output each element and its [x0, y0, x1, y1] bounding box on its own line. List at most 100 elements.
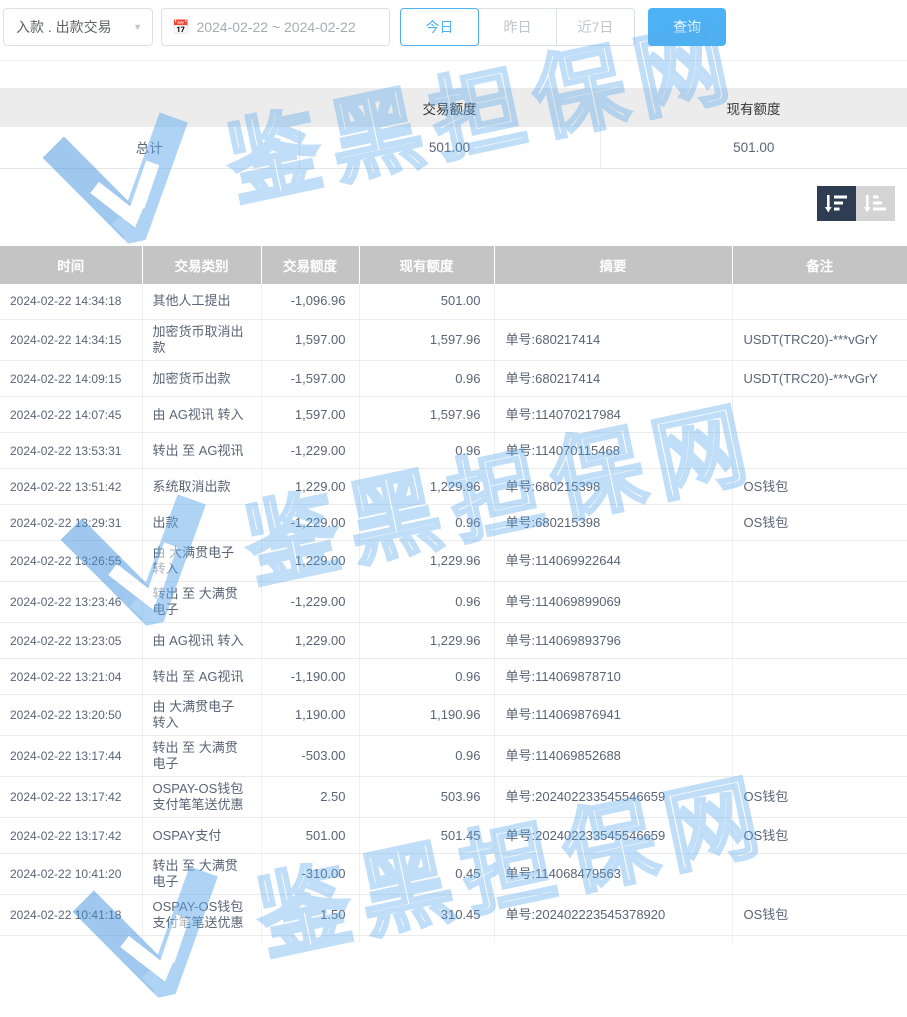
- table-cell: 0.96: [359, 659, 494, 695]
- table-cell: 501.00: [261, 818, 359, 854]
- table-cell: 2024-02-22 13:51:42: [0, 469, 142, 505]
- table-cell: OSPAY-OS钱包支付笔笔送优惠: [142, 895, 261, 936]
- table-cell: 2024-02-22 13:26:55: [0, 541, 142, 582]
- table-cell: [359, 936, 494, 942]
- table-row: 2024-02-22 14:07:45由 AG视讯 转入1,597.001,59…: [0, 397, 907, 433]
- table-cell: 单号:114068479563: [494, 854, 732, 895]
- table-cell: 1,229.96: [359, 469, 494, 505]
- table-row: 2024-02-22 13:26:55由 大满贯电子 转入1,229.001,2…: [0, 541, 907, 582]
- table-body: 2024-02-22 14:34:18其他人工提出-1,096.96501.00…: [0, 284, 907, 942]
- table-row: 2024-02-22 13:51:42系统取消出款1,229.001,229.9…: [0, 469, 907, 505]
- date-range-value: 2024-02-22 ~ 2024-02-22: [196, 19, 355, 35]
- table-cell: 由 AG视讯 转入: [142, 623, 261, 659]
- table-cell: 1,229.00: [261, 469, 359, 505]
- summary-total-label: 总计: [0, 127, 299, 168]
- column-header: 时间: [0, 246, 142, 284]
- summary-header-balance: 现有额度: [600, 88, 907, 127]
- table-cell: 1,597.00: [261, 397, 359, 433]
- column-header: 现有额度: [359, 246, 494, 284]
- table-cell: 单号:114069852688: [494, 736, 732, 777]
- table-cell: [732, 582, 907, 623]
- table-cell: [732, 397, 907, 433]
- table-cell: 0.96: [359, 433, 494, 469]
- table-cell: OS钱包: [732, 505, 907, 541]
- sort-descending-button[interactable]: [817, 186, 856, 221]
- table-cell: 503.96: [359, 777, 494, 818]
- table-cell: [142, 936, 261, 942]
- quick-range-button[interactable]: 今日: [400, 8, 479, 46]
- table-cell: [0, 936, 142, 942]
- table-row: 2024-02-22 13:17:42OSPAY-OS钱包支付笔笔送优惠2.50…: [0, 777, 907, 818]
- table-cell: -310.00: [261, 854, 359, 895]
- table-cell: 0.96: [359, 505, 494, 541]
- table-cell: 单号:114070217984: [494, 397, 732, 433]
- column-header: 摘要: [494, 246, 732, 284]
- sort-controls: [0, 186, 907, 221]
- table-cell: 2024-02-22 13:17:44: [0, 736, 142, 777]
- table-row: 2024-02-22 10:41:18OSPAY-OS钱包支付笔笔送优惠1.50…: [0, 895, 907, 936]
- table-cell: 1,597.00: [261, 320, 359, 361]
- table-cell: 单号:202402233545546659: [494, 777, 732, 818]
- table-cell: 2024-02-22 10:41:20: [0, 854, 142, 895]
- transaction-type-select[interactable]: 入款 . 出款交易 ▼: [3, 8, 153, 46]
- table-cell: 单号:114069893796: [494, 623, 732, 659]
- table-row: 2024-02-22 13:23:05由 AG视讯 转入1,229.001,22…: [0, 623, 907, 659]
- table-cell: 1,190.00: [261, 695, 359, 736]
- search-button[interactable]: 查询: [648, 8, 726, 46]
- table-cell: [732, 736, 907, 777]
- table-row: 2024-02-22 14:09:15加密货币出款-1,597.000.96单号…: [0, 361, 907, 397]
- summary-header-trade-amount: 交易额度: [299, 88, 600, 127]
- table-cell: 2024-02-22 13:17:42: [0, 818, 142, 854]
- sort-ascending-icon: [864, 193, 887, 214]
- table-cell: 0.96: [359, 736, 494, 777]
- table-row-partial: [0, 936, 907, 942]
- chevron-down-icon: ▼: [133, 22, 142, 32]
- table-cell: -1,229.00: [261, 433, 359, 469]
- table-cell: OSPAY-OS钱包支付笔笔送优惠: [142, 777, 261, 818]
- table-cell: USDT(TRC20)-***vGrY: [732, 361, 907, 397]
- quick-range-button[interactable]: 近7日: [556, 8, 635, 46]
- table-cell: OS钱包: [732, 895, 907, 936]
- table-row: 2024-02-22 13:53:31转出 至 AG视讯-1,229.000.9…: [0, 433, 907, 469]
- table-cell: [732, 695, 907, 736]
- table-cell: 501.00: [359, 284, 494, 320]
- table-cell: 加密货币出款: [142, 361, 261, 397]
- sort-descending-icon: [825, 193, 848, 214]
- summary-total-trade-amount: 501.00: [299, 127, 600, 168]
- table-cell: 2024-02-22 13:17:42: [0, 777, 142, 818]
- calendar-icon: 📅: [172, 20, 189, 34]
- table-cell: 1,190.96: [359, 695, 494, 736]
- table-cell: 转出 至 AG视讯: [142, 433, 261, 469]
- table-cell: [732, 623, 907, 659]
- table-cell: 单号:680215398: [494, 505, 732, 541]
- table-row: 2024-02-22 13:29:31出款-1,229.000.96单号:680…: [0, 505, 907, 541]
- table-cell: [732, 541, 907, 582]
- table-cell: 1,229.00: [261, 541, 359, 582]
- quick-range-group: 今日昨日近7日: [400, 8, 635, 46]
- table-row: 2024-02-22 13:20:50由 大满贯电子 转入1,190.001,1…: [0, 695, 907, 736]
- transactions-table: 时间交易类别交易额度现有额度摘要备注 2024-02-22 14:34:18其他…: [0, 246, 907, 942]
- table-cell: 其他人工提出: [142, 284, 261, 320]
- table-cell: OS钱包: [732, 469, 907, 505]
- summary-total-balance: 501.00: [600, 127, 907, 168]
- transaction-type-value: 入款 . 出款交易: [16, 17, 112, 37]
- table-cell: [261, 936, 359, 942]
- table-cell: USDT(TRC20)-***vGrY: [732, 320, 907, 361]
- table-cell: 310.45: [359, 895, 494, 936]
- quick-range-button[interactable]: 昨日: [478, 8, 557, 46]
- table-cell: 1,229.96: [359, 623, 494, 659]
- summary-header-empty: [0, 88, 299, 127]
- table-cell: 单号:680217414: [494, 361, 732, 397]
- sort-ascending-button[interactable]: [856, 186, 895, 221]
- table-cell: 出款: [142, 505, 261, 541]
- table-cell: 1.50: [261, 895, 359, 936]
- table-cell: 2024-02-22 13:23:05: [0, 623, 142, 659]
- table-cell: 单号:114070115468: [494, 433, 732, 469]
- table-cell: 1,597.96: [359, 320, 494, 361]
- date-range-input[interactable]: 📅 2024-02-22 ~ 2024-02-22: [161, 8, 390, 46]
- table-cell: 单号:114069899069: [494, 582, 732, 623]
- table-cell: 单号:202402223545378920: [494, 895, 732, 936]
- table-row: 2024-02-22 13:21:04转出 至 AG视讯-1,190.000.9…: [0, 659, 907, 695]
- table-cell: 0.96: [359, 361, 494, 397]
- table-cell: -1,229.00: [261, 505, 359, 541]
